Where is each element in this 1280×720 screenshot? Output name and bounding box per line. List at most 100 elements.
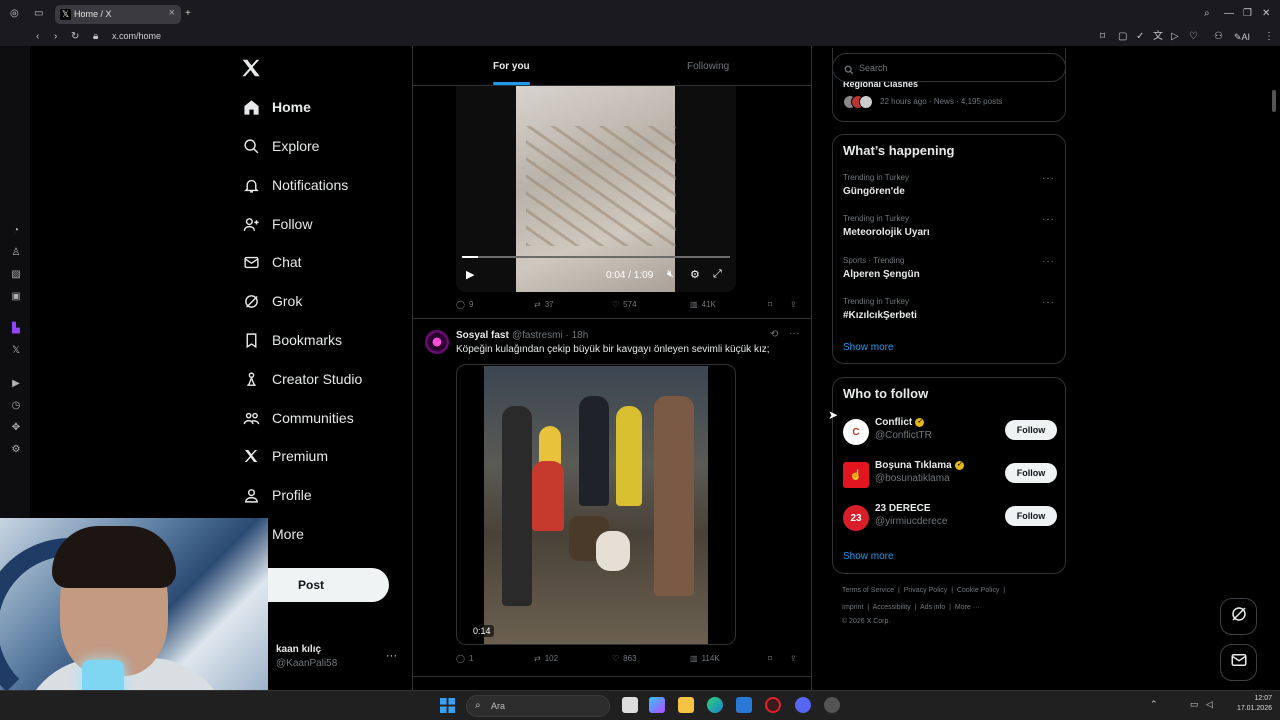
nav-item-communities[interactable]: Communities bbox=[242, 403, 354, 433]
minimize-icon[interactable]: — bbox=[1224, 8, 1234, 20]
tweet-author-handle[interactable]: @fastresmi · 18h bbox=[512, 330, 588, 341]
footer-link[interactable]: Ads info bbox=[920, 604, 945, 611]
footer-link[interactable]: Cookie Policy bbox=[957, 587, 999, 594]
trend-more-icon[interactable]: ··· bbox=[1042, 297, 1055, 308]
share-button[interactable]: ⇪ bbox=[790, 654, 797, 663]
tab-close-icon[interactable]: × bbox=[169, 7, 175, 19]
footer-link[interactable]: More ··· bbox=[955, 604, 980, 611]
repost-button[interactable]: ⇄ 102 bbox=[534, 654, 558, 663]
follow-button[interactable]: Follow bbox=[1005, 506, 1057, 526]
twitch-icon[interactable]: ▙ bbox=[10, 323, 22, 335]
nav-item-grok[interactable]: Grok bbox=[242, 286, 302, 316]
show-more-link[interactable]: Show more bbox=[843, 551, 894, 562]
aria-icon[interactable]: ♙ bbox=[10, 247, 22, 259]
copilot-icon[interactable] bbox=[649, 697, 665, 713]
x-logo-icon[interactable] bbox=[240, 57, 262, 84]
bookmark-button[interactable]: ⌑ bbox=[768, 654, 772, 663]
speed-dial-icon[interactable]: ◔ bbox=[10, 225, 22, 237]
search-tabs-icon[interactable]: ⌕ bbox=[1204, 8, 1210, 20]
follow-button[interactable]: Follow bbox=[1005, 420, 1057, 440]
player-sidebar-icon[interactable]: ▶ bbox=[10, 378, 22, 390]
grok-explain-icon[interactable]: ⟲ bbox=[770, 329, 778, 340]
nav-item-bookmarks[interactable]: Bookmarks bbox=[242, 325, 342, 355]
reply-button[interactable]: ◯ 9 bbox=[456, 300, 473, 309]
edge-icon[interactable] bbox=[707, 697, 723, 713]
trend-item[interactable]: Trending in Turkey Güngören'de ··· bbox=[843, 173, 1055, 203]
account-icon[interactable]: ⚇ bbox=[1214, 31, 1223, 43]
account-more-icon[interactable]: ··· bbox=[386, 650, 397, 662]
trend-item[interactable]: Sports · Trending Alperen Şengün ··· bbox=[843, 256, 1055, 286]
system-clock[interactable]: 12:07 17.01.2026 bbox=[1228, 694, 1272, 714]
forward-icon[interactable]: › bbox=[54, 31, 57, 43]
footer-link[interactable]: Terms of Service bbox=[842, 587, 894, 594]
messages-button[interactable] bbox=[1220, 644, 1257, 681]
obs-icon[interactable] bbox=[824, 697, 840, 713]
nav-item-creator-studio[interactable]: Creator Studio bbox=[242, 364, 362, 394]
bookmark-page-icon[interactable]: ⌑ bbox=[1100, 31, 1105, 43]
nav-item-profile[interactable]: Profile bbox=[242, 480, 312, 510]
extensions-sidebar-icon[interactable]: ✥ bbox=[10, 422, 22, 434]
file-explorer-icon[interactable] bbox=[678, 697, 694, 713]
follow-suggestion[interactable]: ☝ Boşuna Tıklama ✓ @bosunatiklama Follow bbox=[843, 460, 1057, 490]
repost-button[interactable]: ⇄ 37 bbox=[534, 300, 554, 309]
nav-item-premium[interactable]: Premium bbox=[242, 441, 328, 471]
trend-more-icon[interactable]: ··· bbox=[1042, 256, 1055, 267]
account-switcher[interactable]: kaan kılıç @KaanPali58 bbox=[276, 644, 337, 669]
maximize-icon[interactable]: ❐ bbox=[1243, 8, 1252, 20]
tab-following[interactable]: Following bbox=[687, 61, 729, 72]
opera-logo-icon[interactable]: ◎ bbox=[10, 8, 19, 20]
close-window-icon[interactable]: ✕ bbox=[1262, 8, 1270, 20]
player-icon[interactable]: ▷ bbox=[1171, 31, 1179, 43]
task-view-icon[interactable] bbox=[622, 697, 638, 713]
footer-link[interactable]: Privacy Policy bbox=[904, 587, 948, 594]
translate-icon[interactable]: 文 bbox=[1153, 31, 1163, 43]
tray-chevron-icon[interactable]: ⌃ bbox=[1150, 699, 1158, 710]
fullscreen-icon[interactable]: ⤢ bbox=[713, 268, 722, 281]
follow-suggestion[interactable]: 23 23 DERECE @yirmiucderece Follow bbox=[843, 503, 1057, 533]
footer-link[interactable]: Accessibility bbox=[873, 604, 911, 611]
tweet-more-icon[interactable]: ··· bbox=[789, 328, 799, 339]
search-input[interactable]: Search bbox=[832, 53, 1066, 82]
discord-icon[interactable] bbox=[795, 697, 811, 713]
nav-item-follow[interactable]: Follow bbox=[242, 209, 312, 239]
grok-button[interactable] bbox=[1220, 598, 1257, 635]
extensions-icon[interactable]: ✓ bbox=[1136, 31, 1144, 43]
new-tab-icon[interactable]: + bbox=[185, 8, 191, 20]
reload-icon[interactable]: ↻ bbox=[71, 31, 79, 43]
tab-for-you[interactable]: For you bbox=[493, 61, 530, 72]
back-icon[interactable]: ‹ bbox=[36, 31, 39, 43]
tweet-author-name[interactable]: Sosyal fast bbox=[456, 330, 509, 341]
history-icon[interactable]: ◷ bbox=[10, 400, 22, 412]
trend-more-icon[interactable]: ··· bbox=[1042, 173, 1055, 184]
opera-gx-icon[interactable] bbox=[765, 697, 781, 713]
heart-icon[interactable]: ♡ bbox=[1189, 31, 1198, 43]
nav-item-chat[interactable]: Chat bbox=[242, 247, 302, 277]
like-button[interactable]: ♡ 863 bbox=[612, 654, 637, 663]
mute-icon[interactable]: 🔇︎ bbox=[667, 268, 674, 281]
store-icon[interactable] bbox=[736, 697, 752, 713]
nav-item-notifications[interactable]: Notifications bbox=[242, 170, 348, 200]
tab-overview-icon[interactable]: ▭ bbox=[34, 8, 43, 20]
reply-button[interactable]: ◯ 1 bbox=[456, 654, 473, 663]
video-settings-icon[interactable]: ⚙ bbox=[690, 268, 700, 281]
avatar[interactable] bbox=[425, 330, 449, 354]
snapshot-icon[interactable]: ▢ bbox=[1118, 31, 1127, 43]
url-field[interactable]: x.com/home bbox=[112, 31, 161, 41]
views-button[interactable]: ▥ 114K bbox=[690, 654, 720, 663]
ai-icon[interactable]: ✎AI bbox=[1234, 31, 1250, 43]
settings-icon[interactable]: ⚙ bbox=[10, 444, 22, 456]
menu-icon[interactable]: ⋮ bbox=[1264, 31, 1274, 43]
nav-item-explore[interactable]: Explore bbox=[242, 131, 319, 161]
browser-tab[interactable]: 𝕏 Home / X × bbox=[55, 5, 181, 24]
volume-icon[interactable]: ◁ bbox=[1206, 699, 1213, 710]
network-icon[interactable]: ▭ bbox=[1190, 699, 1199, 710]
messenger-icon[interactable]: ▣ bbox=[10, 291, 22, 303]
follow-button[interactable]: Follow bbox=[1005, 463, 1057, 483]
nav-item-home[interactable]: Home bbox=[242, 92, 311, 122]
trend-item[interactable]: Trending in Turkey Meteorolojik Uyarı ··… bbox=[843, 214, 1055, 244]
views-button[interactable]: ▥ 41K bbox=[690, 300, 716, 309]
show-more-link[interactable]: Show more bbox=[843, 342, 894, 353]
taskbar-search[interactable]: ⌕ Ara bbox=[466, 695, 610, 717]
video-progress-bar[interactable] bbox=[462, 256, 730, 258]
bookmark-button[interactable]: ⌑ bbox=[768, 300, 772, 309]
